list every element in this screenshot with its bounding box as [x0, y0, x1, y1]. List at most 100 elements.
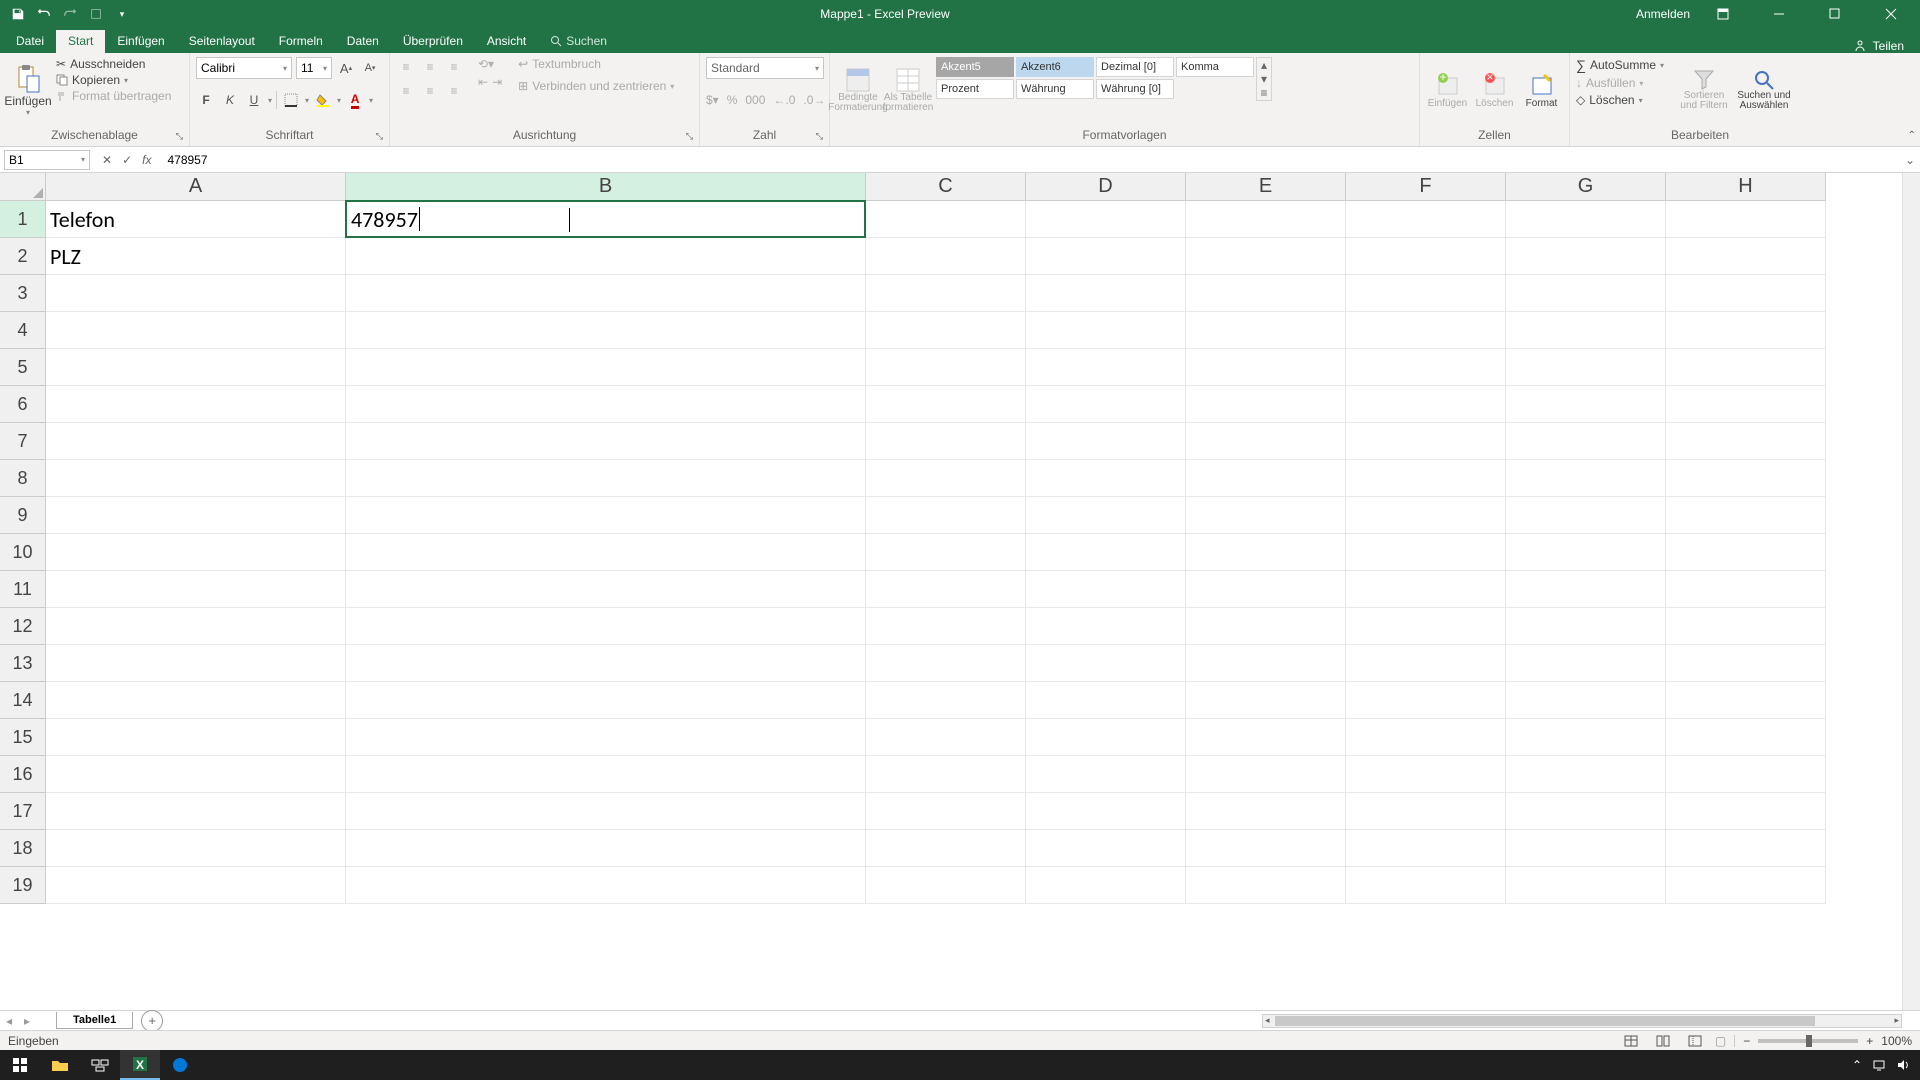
decrease-font-icon[interactable]: A▾	[360, 57, 380, 79]
formula-expand-icon[interactable]: ⌄	[1900, 153, 1920, 167]
cell-E7[interactable]	[1186, 423, 1346, 460]
row-header-3[interactable]: 3	[0, 275, 46, 312]
tab-pagelayout[interactable]: Seitenlayout	[177, 30, 267, 53]
style-akzent6[interactable]: Akzent6	[1016, 57, 1094, 77]
zoom-in-button[interactable]: +	[1866, 1034, 1873, 1048]
col-header-E[interactable]: E	[1186, 173, 1346, 201]
cell-A13[interactable]	[46, 645, 346, 682]
file-explorer-icon[interactable]	[40, 1050, 80, 1080]
launcher-icon[interactable]: ⤡	[816, 131, 823, 142]
cell-F18[interactable]	[1346, 830, 1506, 867]
cell-A4[interactable]	[46, 312, 346, 349]
cell-H17[interactable]	[1666, 793, 1826, 830]
col-header-H[interactable]: H	[1666, 173, 1826, 201]
cell-B16[interactable]	[346, 756, 866, 793]
cell-E16[interactable]	[1186, 756, 1346, 793]
cell-E1[interactable]	[1186, 201, 1346, 238]
tab-data[interactable]: Daten	[335, 30, 391, 53]
cell-A3[interactable]	[46, 275, 346, 312]
launcher-icon[interactable]: ⤡	[686, 131, 693, 142]
cell-F16[interactable]	[1346, 756, 1506, 793]
tab-review[interactable]: Überprüfen	[391, 30, 475, 53]
cell-E17[interactable]	[1186, 793, 1346, 830]
style-wahrung[interactable]: Währung	[1016, 79, 1094, 99]
cell-B6[interactable]	[346, 386, 866, 423]
undo-icon[interactable]	[32, 2, 56, 26]
cell-G6[interactable]	[1506, 386, 1666, 423]
vertical-scrollbar[interactable]	[1902, 173, 1920, 1010]
decrease-decimal-icon[interactable]: .0→	[803, 93, 825, 107]
cell-A16[interactable]	[46, 756, 346, 793]
page-break-view-icon[interactable]	[1683, 1033, 1707, 1049]
zoom-slider[interactable]	[1758, 1039, 1858, 1043]
cell-C15[interactable]	[866, 719, 1026, 756]
col-header-C[interactable]: C	[866, 173, 1026, 201]
cell-G12[interactable]	[1506, 608, 1666, 645]
cell-D9[interactable]	[1026, 497, 1186, 534]
cell-B14[interactable]	[346, 682, 866, 719]
cell-H5[interactable]	[1666, 349, 1826, 386]
cell-A9[interactable]	[46, 497, 346, 534]
format-cells-button[interactable]: Format	[1520, 57, 1563, 123]
decrease-indent-icon[interactable]: ⇤	[478, 75, 488, 89]
row-header-10[interactable]: 10	[0, 534, 46, 571]
cell-A18[interactable]	[46, 830, 346, 867]
cell-F4[interactable]	[1346, 312, 1506, 349]
cell-B15[interactable]	[346, 719, 866, 756]
cell-B12[interactable]	[346, 608, 866, 645]
task-view-icon[interactable]	[80, 1050, 120, 1080]
wrap-text-button[interactable]: ↩Textumbruch	[518, 57, 674, 71]
cell-D10[interactable]	[1026, 534, 1186, 571]
row-header-5[interactable]: 5	[0, 349, 46, 386]
cell-F7[interactable]	[1346, 423, 1506, 460]
cell-D5[interactable]	[1026, 349, 1186, 386]
zoom-level[interactable]: 100%	[1881, 1034, 1912, 1048]
cell-G13[interactable]	[1506, 645, 1666, 682]
insert-cells-button[interactable]: +Einfügen	[1426, 57, 1469, 123]
cell-A19[interactable]	[46, 867, 346, 904]
cell-E9[interactable]	[1186, 497, 1346, 534]
cell-A10[interactable]	[46, 534, 346, 571]
cell-H8[interactable]	[1666, 460, 1826, 497]
cell-H12[interactable]	[1666, 608, 1826, 645]
sort-filter-button[interactable]: Sortieren und Filtern	[1676, 57, 1732, 123]
cell-D16[interactable]	[1026, 756, 1186, 793]
cell-G3[interactable]	[1506, 275, 1666, 312]
sheet-nav-next-icon[interactable]: ▸	[18, 1012, 36, 1030]
confirm-edit-icon[interactable]: ✓	[122, 153, 132, 167]
cell-E6[interactable]	[1186, 386, 1346, 423]
zoom-thumb[interactable]	[1806, 1035, 1812, 1047]
find-select-button[interactable]: Suchen und Auswählen	[1736, 57, 1792, 123]
orientation-icon[interactable]: ⟲▾	[478, 57, 502, 71]
currency-icon[interactable]: $▾	[706, 93, 719, 107]
cell-F13[interactable]	[1346, 645, 1506, 682]
tab-view[interactable]: Ansicht	[475, 30, 538, 53]
cell-A5[interactable]	[46, 349, 346, 386]
cell-E8[interactable]	[1186, 460, 1346, 497]
cell-B11[interactable]	[346, 571, 866, 608]
copy-button[interactable]: Kopieren ▾	[56, 73, 171, 87]
row-header-13[interactable]: 13	[0, 645, 46, 682]
cell-B8[interactable]	[346, 460, 866, 497]
cell-F8[interactable]	[1346, 460, 1506, 497]
cell-A17[interactable]	[46, 793, 346, 830]
hscroll-thumb[interactable]	[1275, 1016, 1815, 1026]
align-bottom-icon[interactable]: ≡	[444, 57, 464, 77]
tab-home[interactable]: Start	[56, 30, 105, 53]
cut-button[interactable]: ✂Ausschneiden	[56, 57, 171, 71]
cell-F2[interactable]	[1346, 238, 1506, 275]
cell-F12[interactable]	[1346, 608, 1506, 645]
style-akzent5[interactable]: Akzent5	[936, 57, 1014, 77]
cell-E10[interactable]	[1186, 534, 1346, 571]
cell-H18[interactable]	[1666, 830, 1826, 867]
row-header-12[interactable]: 12	[0, 608, 46, 645]
cell-B3[interactable]	[346, 275, 866, 312]
cell-H10[interactable]	[1666, 534, 1826, 571]
cell-F14[interactable]	[1346, 682, 1506, 719]
cell-H3[interactable]	[1666, 275, 1826, 312]
cell-H4[interactable]	[1666, 312, 1826, 349]
row-header-17[interactable]: 17	[0, 793, 46, 830]
col-header-D[interactable]: D	[1026, 173, 1186, 201]
select-all-button[interactable]	[0, 173, 46, 201]
cell-G7[interactable]	[1506, 423, 1666, 460]
